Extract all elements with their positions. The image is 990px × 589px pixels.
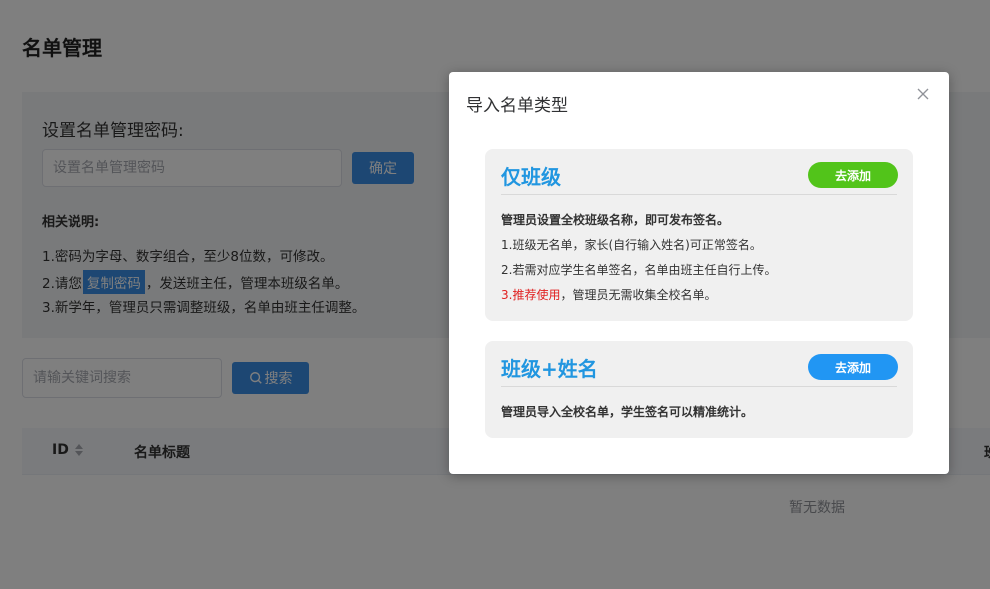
card-title: 仅班级 (501, 165, 561, 189)
card-class-only: 仅班级 去添加 管理员设置全校班级名称，即可发布签名。 1.班级无名单，家长(自… (485, 149, 913, 321)
card-line-2: 2.若需对应学生名单签名，名单由班主任自行上传。 (501, 263, 777, 277)
card-divider (501, 194, 897, 195)
card-title: 班级+姓名 (501, 357, 598, 381)
dialog-title: 导入名单类型 (466, 96, 568, 116)
card-lead-text: 管理员设置全校班级名称，即可发布签名。 (501, 213, 730, 227)
recommended-highlight: 推荐使用 (512, 288, 561, 302)
add-class-only-button[interactable]: 去添加 (808, 162, 898, 188)
card-line-3-suffix: ，管理员无需收集全校名单。 (560, 288, 717, 302)
card-line-3: 3.推荐使用，管理员无需收集全校名单。 (501, 286, 716, 303)
card-line-1: 1.班级无名单，家长(自行输入姓名)可正常签名。 (501, 238, 762, 252)
add-class-and-name-button[interactable]: 去添加 (808, 354, 898, 380)
card-class-and-name: 班级+姓名 去添加 管理员导入全校名单，学生签名可以精准统计。 (485, 341, 913, 438)
close-icon[interactable] (915, 86, 931, 102)
import-type-dialog: 导入名单类型 仅班级 去添加 管理员设置全校班级名称，即可发布签名。 1.班级无… (449, 72, 949, 474)
card-line-3-prefix: 3. (501, 288, 513, 302)
card-divider (501, 386, 897, 387)
card-lead-text: 管理员导入全校名单，学生签名可以精准统计。 (501, 405, 754, 419)
